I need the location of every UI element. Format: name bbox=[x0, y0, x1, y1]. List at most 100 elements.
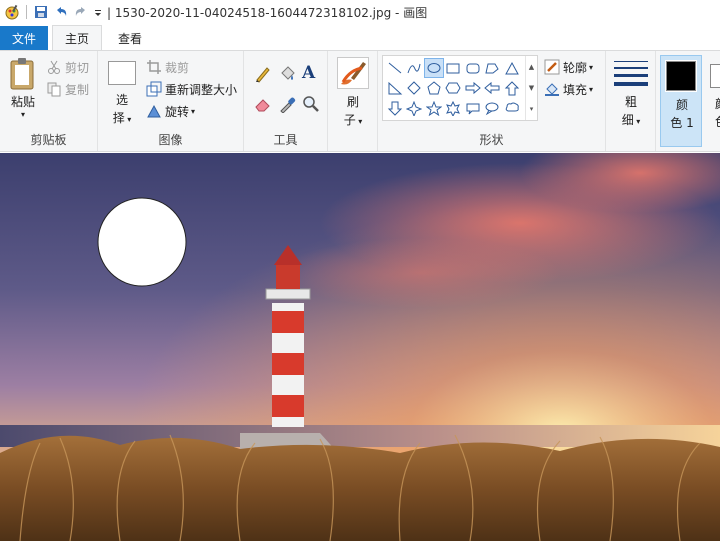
rotate-icon bbox=[146, 103, 162, 119]
line-shape-icon[interactable] bbox=[385, 58, 405, 78]
four-point-star-shape-icon[interactable] bbox=[405, 98, 425, 118]
curve-shape-icon[interactable] bbox=[405, 58, 425, 78]
scroll-up-icon[interactable]: ▲ bbox=[529, 63, 534, 71]
brushes-button[interactable]: 刷子 ▾ bbox=[333, 55, 373, 129]
chevron-down-icon: ▾ bbox=[20, 110, 25, 119]
size-button[interactable]: 粗细 ▾ bbox=[610, 55, 652, 129]
rotate-label: 旋转 bbox=[165, 104, 190, 119]
scroll-down-icon[interactable]: ▼ bbox=[529, 84, 534, 92]
chevron-down-icon: ▾ bbox=[191, 106, 196, 116]
five-point-star-shape-icon[interactable] bbox=[424, 98, 444, 118]
tools-group-label: 工具 bbox=[273, 133, 298, 147]
shapes-gallery[interactable]: ▲ ▼ ▾ bbox=[382, 55, 538, 121]
color-picker-icon[interactable] bbox=[278, 95, 296, 116]
tab-view[interactable]: 查看 bbox=[106, 26, 154, 50]
separator bbox=[26, 5, 27, 19]
scissors-icon bbox=[46, 59, 62, 75]
polygon-shape-icon[interactable] bbox=[483, 58, 503, 78]
redo-icon[interactable] bbox=[73, 4, 89, 20]
eraser-icon[interactable] bbox=[254, 95, 272, 116]
image-group: 选择 ▾ 裁剪 重新调整大小 旋转 ▾ 图像 bbox=[98, 51, 244, 151]
crop-button[interactable]: 裁剪 bbox=[146, 57, 189, 77]
canvas-image[interactable] bbox=[0, 153, 720, 541]
copy-label: 复制 bbox=[65, 82, 90, 97]
paint-app-icon[interactable] bbox=[4, 4, 20, 20]
rotate-button[interactable]: 旋转 ▾ bbox=[146, 101, 195, 121]
up-arrow-shape-icon[interactable] bbox=[502, 78, 522, 98]
customize-toolbar-icon[interactable] bbox=[93, 4, 103, 20]
window-title: | 1530-2020-11-04024518-1604472318102.jp… bbox=[107, 5, 428, 20]
color2-label: 颜色 bbox=[706, 95, 720, 131]
size-label: 粗细 ▾ bbox=[621, 95, 641, 127]
color2-swatch bbox=[710, 64, 720, 88]
fill-bucket-icon bbox=[544, 81, 560, 97]
six-point-star-shape-icon[interactable] bbox=[444, 98, 464, 118]
color1-swatch bbox=[665, 60, 697, 92]
right-triangle-shape-icon[interactable] bbox=[385, 78, 405, 98]
brushes-group: 刷子 ▾ bbox=[328, 51, 378, 151]
crop-icon bbox=[146, 59, 162, 75]
paste-button[interactable]: 粘贴 ▾ bbox=[6, 57, 40, 121]
copy-icon bbox=[46, 81, 62, 97]
tab-file[interactable]: 文件 bbox=[0, 26, 48, 50]
tab-home[interactable]: 主页 bbox=[52, 25, 103, 50]
fill-button[interactable]: 填充 ▾ bbox=[544, 79, 593, 99]
gallery-scrollbar[interactable]: ▲ ▼ ▾ bbox=[525, 56, 537, 120]
chevron-down-icon: ▾ bbox=[589, 84, 594, 94]
cloud-callout-shape-icon[interactable] bbox=[502, 98, 522, 118]
diamond-shape-icon[interactable] bbox=[405, 78, 425, 98]
title-bar: | 1530-2020-11-04024518-1604472318102.jp… bbox=[0, 0, 720, 24]
text-icon[interactable]: A bbox=[302, 63, 315, 83]
color1-label: 颜色 1 bbox=[670, 98, 694, 130]
save-icon[interactable] bbox=[33, 4, 49, 20]
brush-icon bbox=[337, 57, 369, 89]
color1-button[interactable]: 颜色 1 bbox=[660, 55, 702, 147]
chevron-down-icon: ▾ bbox=[589, 62, 594, 72]
tools-group: A 工具 bbox=[244, 51, 328, 151]
clipboard-group-label: 剪贴板 bbox=[30, 133, 67, 147]
rounded-rectangle-shape-icon[interactable] bbox=[463, 58, 483, 78]
clipboard-icon bbox=[9, 57, 37, 94]
expand-gallery-icon[interactable]: ▾ bbox=[530, 105, 534, 113]
copy-button[interactable]: 复制 bbox=[46, 79, 89, 99]
size-group: 粗细 ▾ bbox=[606, 51, 656, 151]
right-arrow-shape-icon[interactable] bbox=[463, 78, 483, 98]
cut-label: 剪切 bbox=[65, 60, 90, 75]
quick-access-toolbar bbox=[0, 0, 103, 24]
undo-icon[interactable] bbox=[53, 4, 69, 20]
outline-label: 轮廓 bbox=[563, 60, 588, 75]
outline-brush-icon bbox=[544, 59, 560, 75]
crop-label: 裁剪 bbox=[165, 60, 190, 75]
down-arrow-shape-icon[interactable] bbox=[385, 98, 405, 118]
left-arrow-shape-icon[interactable] bbox=[483, 78, 503, 98]
fill-bucket-icon[interactable] bbox=[278, 65, 296, 86]
pentagon-shape-icon[interactable] bbox=[424, 78, 444, 98]
rectangle-shape-icon[interactable] bbox=[444, 58, 464, 78]
ribbon-tabs: 文件 主页 查看 bbox=[0, 25, 720, 50]
pencil-icon[interactable] bbox=[254, 65, 272, 86]
oval-shape-icon[interactable] bbox=[424, 58, 444, 78]
resize-button[interactable]: 重新调整大小 bbox=[146, 79, 237, 99]
resize-label: 重新调整大小 bbox=[165, 82, 238, 97]
magnifier-icon[interactable] bbox=[302, 95, 320, 116]
select-rect-icon bbox=[108, 61, 136, 85]
oval-callout-shape-icon[interactable] bbox=[483, 98, 503, 118]
select-button[interactable]: 选择 ▾ bbox=[104, 57, 140, 127]
outline-button[interactable]: 轮廓 ▾ bbox=[544, 57, 593, 77]
shapes-group-label: 形状 bbox=[479, 133, 504, 147]
hexagon-shape-icon[interactable] bbox=[444, 78, 464, 98]
triangle-shape-icon[interactable] bbox=[502, 58, 522, 78]
image-group-label: 图像 bbox=[158, 133, 183, 147]
cut-button[interactable]: 剪切 bbox=[46, 57, 89, 77]
drawing-canvas[interactable] bbox=[0, 153, 720, 541]
resize-icon bbox=[146, 81, 162, 97]
ribbon: 粘贴 ▾ 剪切 复制 剪贴板 选择 ▾ 裁剪 重新调整大小 旋转 ▾ 图像 A … bbox=[0, 50, 720, 152]
brushes-label: 刷子 ▾ bbox=[343, 95, 363, 127]
fill-label: 填充 bbox=[563, 82, 588, 97]
color2-button[interactable]: 颜色 bbox=[706, 55, 720, 147]
paste-label: 粘贴 ▾ bbox=[6, 93, 40, 119]
clipboard-group: 粘贴 ▾ 剪切 复制 剪贴板 bbox=[0, 51, 98, 151]
drawn-white-circle bbox=[97, 197, 187, 287]
select-label: 选择 ▾ bbox=[112, 93, 132, 125]
rounded-callout-shape-icon[interactable] bbox=[463, 98, 483, 118]
